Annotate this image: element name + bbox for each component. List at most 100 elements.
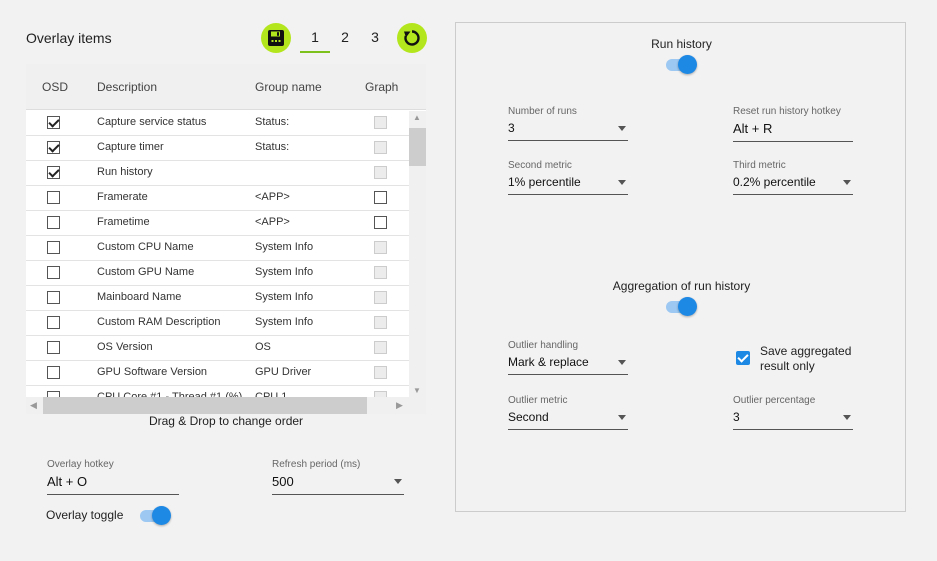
reset-hotkey-input[interactable]: Alt + R: [733, 121, 853, 142]
overlay-items-table: OSD Description Group name Graph Capture…: [26, 64, 426, 414]
row-description: Custom CPU Name: [97, 241, 194, 253]
table-row[interactable]: Framerate <APP>: [26, 186, 409, 211]
graph-checkbox[interactable]: [374, 191, 387, 204]
overlay-hotkey-label: Overlay hotkey: [47, 459, 114, 470]
graph-checkbox: [374, 291, 387, 304]
row-group-name: System Info: [255, 266, 314, 278]
graph-checkbox[interactable]: [374, 216, 387, 229]
chevron-down-icon: [618, 180, 626, 185]
table-row[interactable]: OS Version OS: [26, 336, 409, 361]
row-description: Capture timer: [97, 141, 164, 153]
reset-hotkey-field[interactable]: Reset run history hotkey Alt + R: [733, 106, 853, 142]
outlier-metric-field[interactable]: Outlier metric Second: [508, 395, 628, 430]
row-description: Frametime: [97, 216, 150, 228]
osd-checkbox[interactable]: [47, 241, 60, 254]
aggregation-title: Aggregation of run history: [612, 279, 751, 293]
table-header: OSD Description Group name Graph: [26, 64, 426, 110]
chevron-down-icon: [394, 479, 402, 484]
row-group-name: System Info: [255, 316, 314, 328]
table-row[interactable]: Custom GPU Name System Info: [26, 261, 409, 286]
overlay-items-title: Overlay items: [26, 30, 112, 46]
table-row[interactable]: CPU Core #1 - Thread #1 (%) CPU 1: [26, 386, 409, 397]
reset-hotkey-label: Reset run history hotkey: [733, 106, 841, 117]
table-row[interactable]: Capture service status Status:: [26, 111, 409, 136]
outlier-metric-select[interactable]: Second: [508, 410, 628, 430]
save-aggregated-checkbox[interactable]: [736, 351, 750, 365]
overlay-hotkey-field[interactable]: Overlay hotkey Alt + O: [47, 459, 179, 495]
osd-checkbox[interactable]: [47, 141, 60, 154]
number-of-runs-field[interactable]: Number of runs 3: [508, 106, 628, 141]
osd-checkbox[interactable]: [47, 366, 60, 379]
page-tab-3[interactable]: 3: [360, 29, 390, 45]
header-osd[interactable]: OSD: [42, 80, 68, 94]
chevron-down-icon: [618, 415, 626, 420]
table-row[interactable]: GPU Software Version GPU Driver: [26, 361, 409, 386]
row-group-name: Status:: [255, 116, 290, 128]
scroll-down-icon[interactable]: ▼: [413, 386, 421, 395]
row-description: Run history: [97, 166, 153, 178]
run-history-panel: Run history Number of runs 3 Reset run h…: [455, 22, 906, 512]
row-description: Capture service status: [97, 116, 207, 128]
graph-checkbox: [374, 341, 387, 354]
outlier-metric-value: Second: [508, 410, 549, 424]
third-metric-value: 0.2% percentile: [733, 175, 816, 189]
outlier-handling-field[interactable]: Outlier handling Mark & replace: [508, 340, 628, 375]
horizontal-scrollbar[interactable]: ◀ ▶: [26, 397, 426, 414]
scroll-up-icon[interactable]: ▲: [413, 113, 421, 122]
outlier-percentage-field[interactable]: Outlier percentage 3: [733, 395, 853, 430]
row-description: OS Version: [97, 341, 153, 353]
chevron-down-icon: [843, 180, 851, 185]
second-metric-label: Second metric: [508, 160, 572, 171]
osd-checkbox[interactable]: [47, 216, 60, 229]
osd-checkbox[interactable]: [47, 341, 60, 354]
table-row[interactable]: Capture timer Status:: [26, 136, 409, 161]
outlier-percentage-select[interactable]: 3: [733, 410, 853, 430]
run-history-toggle[interactable]: [664, 54, 698, 74]
table-row[interactable]: Frametime <APP>: [26, 211, 409, 236]
outlier-handling-select[interactable]: Mark & replace: [508, 355, 628, 375]
page-tab-1[interactable]: 1: [300, 29, 330, 53]
header-description[interactable]: Description: [97, 80, 157, 94]
osd-checkbox[interactable]: [47, 116, 60, 129]
refresh-period-select[interactable]: 500: [272, 474, 404, 495]
page-tab-2[interactable]: 2: [330, 29, 360, 45]
osd-checkbox[interactable]: [47, 291, 60, 304]
number-of-runs-select[interactable]: 3: [508, 121, 628, 141]
table-body: Capture service status Status: Capture tim…: [26, 111, 409, 397]
table-row[interactable]: Custom RAM Description System Info: [26, 311, 409, 336]
horizontal-scroll-thumb[interactable]: [43, 397, 367, 414]
table-row[interactable]: Mainboard Name System Info: [26, 286, 409, 311]
osd-checkbox[interactable]: [47, 191, 60, 204]
reset-button[interactable]: [397, 23, 427, 53]
outlier-handling-label: Outlier handling: [508, 340, 579, 351]
refresh-period-field[interactable]: Refresh period (ms) 500: [272, 459, 404, 495]
third-metric-field[interactable]: Third metric 0.2% percentile: [733, 160, 853, 195]
osd-checkbox[interactable]: [47, 316, 60, 329]
overlay-hotkey-input[interactable]: Alt + O: [47, 474, 179, 495]
row-description: Custom RAM Description: [97, 316, 221, 328]
overlay-toggle-label: Overlay toggle: [46, 508, 124, 522]
scroll-right-icon[interactable]: ▶: [396, 400, 403, 411]
graph-checkbox: [374, 266, 387, 279]
row-group-name: OS: [255, 341, 271, 353]
graph-checkbox: [374, 241, 387, 254]
osd-checkbox[interactable]: [47, 166, 60, 179]
overlay-toggle[interactable]: [138, 505, 172, 525]
chevron-down-icon: [618, 360, 626, 365]
header-group-name[interactable]: Group name: [255, 80, 322, 94]
table-row[interactable]: Run history: [26, 161, 409, 186]
header-graph[interactable]: Graph: [365, 80, 398, 94]
third-metric-select[interactable]: 0.2% percentile: [733, 175, 853, 195]
vertical-scrollbar[interactable]: ▲ ▼: [409, 111, 426, 397]
save-button[interactable]: [261, 23, 291, 53]
second-metric-value: 1% percentile: [508, 175, 581, 189]
second-metric-select[interactable]: 1% percentile: [508, 175, 628, 195]
third-metric-label: Third metric: [733, 160, 786, 171]
scroll-left-icon[interactable]: ◀: [30, 400, 37, 411]
aggregation-toggle[interactable]: [664, 296, 698, 316]
row-group-name: <APP>: [255, 191, 290, 203]
osd-checkbox[interactable]: [47, 266, 60, 279]
table-row[interactable]: Custom CPU Name System Info: [26, 236, 409, 261]
vertical-scroll-thumb[interactable]: [409, 128, 426, 166]
second-metric-field[interactable]: Second metric 1% percentile: [508, 160, 628, 195]
